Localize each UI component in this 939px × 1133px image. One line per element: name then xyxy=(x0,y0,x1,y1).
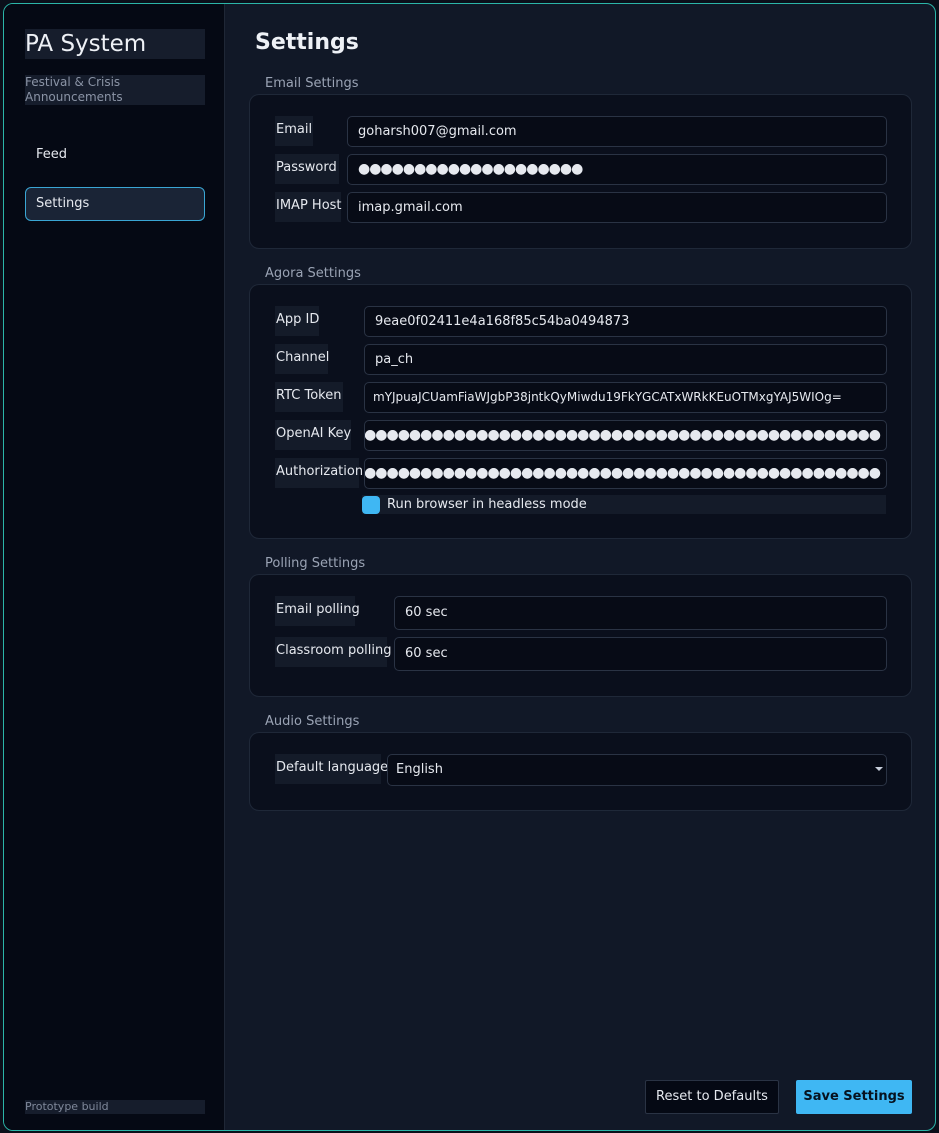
page-title: Settings xyxy=(255,30,359,55)
channel-label: Channel xyxy=(275,344,329,374)
email-settings-heading: Email Settings xyxy=(265,76,359,91)
email-settings-panel: Email goharsh007@gmail.com Password ●●●●… xyxy=(249,94,912,249)
agora-settings-panel: App ID 9eae0f02411e4a168f85c54ba0494873 … xyxy=(249,284,912,539)
audio-settings-panel: Default language English xyxy=(249,732,912,811)
polling-settings-panel: Email polling 60 sec Classroom polling 6… xyxy=(249,574,912,697)
password-label: Password xyxy=(275,154,339,184)
authorization-label: Authorization xyxy=(275,458,363,488)
authorization-field[interactable]: ●●●●●●●●●●●●●●●●●●●●●●●●●●●●●●●●●●●●●●●●… xyxy=(364,458,887,489)
openai-key-label: OpenAI Key xyxy=(275,420,351,450)
reset-defaults-button[interactable]: Reset to Defaults xyxy=(645,1080,779,1114)
app-window: PA System Festival & Crisis Announcement… xyxy=(3,3,936,1131)
rtc-token-label: RTC Token xyxy=(275,382,343,412)
sidebar-item-settings[interactable]: Settings xyxy=(25,187,205,221)
headless-checkbox-label: Run browser in headless mode xyxy=(387,497,587,512)
app-id-field[interactable]: 9eae0f02411e4a168f85c54ba0494873 xyxy=(364,306,887,337)
channel-field[interactable]: pa_ch xyxy=(364,344,887,375)
default-language-label: Default language xyxy=(275,754,388,784)
password-field[interactable]: ●●●●●●●●●●●●●●●●●●●● xyxy=(347,154,887,185)
classroom-polling-label: Classroom polling xyxy=(275,637,392,667)
imap-host-field[interactable]: imap.gmail.com xyxy=(347,192,887,223)
openai-key-field[interactable]: ●●●●●●●●●●●●●●●●●●●●●●●●●●●●●●●●●●●●●●●●… xyxy=(364,420,887,451)
app-subtitle: Festival & Crisis Announcements xyxy=(25,75,205,105)
settings-main: Settings Email Settings Email goharsh007… xyxy=(225,4,935,1130)
app-id-label: App ID xyxy=(275,306,319,336)
email-label: Email xyxy=(275,116,313,146)
chevron-down-icon xyxy=(875,767,883,771)
default-language-value: English xyxy=(387,754,887,786)
agora-settings-heading: Agora Settings xyxy=(265,266,361,281)
audio-settings-heading: Audio Settings xyxy=(265,714,360,729)
rtc-token-field[interactable]: mYJpuaJCUamFiaWJgbP38jntkQyMiwdu19FkYGCA… xyxy=(364,382,887,413)
polling-settings-heading: Polling Settings xyxy=(265,556,366,571)
imap-host-label: IMAP Host xyxy=(275,192,342,222)
default-language-select[interactable]: English xyxy=(387,754,887,786)
email-polling-stepper[interactable]: 60 sec xyxy=(394,596,887,630)
build-note: Prototype build xyxy=(25,1100,205,1114)
save-settings-button[interactable]: Save Settings xyxy=(796,1080,912,1114)
app-title: PA System xyxy=(25,29,205,59)
email-polling-label: Email polling xyxy=(275,596,360,626)
email-field[interactable]: goharsh007@gmail.com xyxy=(347,116,887,147)
sidebar-item-feed[interactable]: Feed xyxy=(25,138,205,172)
headless-checkbox[interactable] xyxy=(362,495,380,514)
headless-option: Run browser in headless mode xyxy=(362,495,886,514)
sidebar: PA System Festival & Crisis Announcement… xyxy=(4,4,225,1130)
classroom-polling-stepper[interactable]: 60 sec xyxy=(394,637,887,671)
